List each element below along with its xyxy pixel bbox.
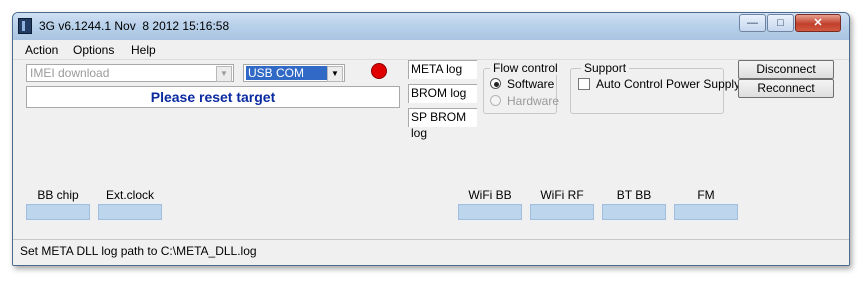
- menu-help[interactable]: Help: [131, 43, 156, 57]
- software-radio[interactable]: [490, 78, 501, 89]
- message-text: Please reset target: [150, 89, 276, 105]
- minimize-button[interactable]: —: [739, 14, 766, 32]
- fm-label: FM: [697, 188, 715, 202]
- wifi-bb-value: [458, 204, 522, 220]
- wifi-bb-label: WiFi BB: [468, 188, 512, 202]
- flow-control-title: Flow control: [490, 61, 561, 75]
- status-text: Set META DLL log path to C:\META_DLL.log: [20, 244, 257, 258]
- maximize-button[interactable]: □: [767, 14, 794, 32]
- port-select[interactable]: USB COM ▼: [243, 64, 345, 82]
- bt-bb-label: BT BB: [616, 188, 652, 202]
- app-window: 3G v6.1244.1 Nov 8 2012 15:16:58 — □ ✕ A…: [12, 12, 850, 266]
- sp-brom-log-button[interactable]: SP BROM log: [408, 108, 477, 140]
- auto-power-label: Auto Control Power Supply: [596, 77, 741, 91]
- fm-value: [674, 204, 738, 220]
- window-title: 3G v6.1244.1 Nov 8 2012 15:16:58: [39, 19, 230, 33]
- bt-bb-value: [602, 204, 666, 220]
- meta-log-button[interactable]: META log: [408, 60, 477, 79]
- port-select-value: USB COM: [246, 66, 329, 80]
- status-bar: Set META DLL log path to C:\META_DLL.log: [13, 239, 849, 265]
- app-icon: [18, 18, 32, 34]
- status-indicator-icon: [371, 63, 387, 79]
- ext-clock-value: [98, 204, 162, 220]
- message-field: Please reset target: [26, 86, 400, 108]
- reconnect-button[interactable]: Reconnect: [738, 79, 834, 98]
- title-bar[interactable]: 3G v6.1244.1 Nov 8 2012 15:16:58 — □ ✕: [13, 13, 849, 40]
- wifi-rf-value: [530, 204, 594, 220]
- bb-chip-label: BB chip: [37, 188, 79, 202]
- chevron-down-icon: ▼: [327, 66, 343, 82]
- radio-dot-icon: [494, 82, 499, 87]
- bb-chip-value: [26, 204, 90, 220]
- menu-options[interactable]: Options: [73, 43, 114, 57]
- imei-download-value: IMEI download: [30, 66, 110, 80]
- ext-clock-label: Ext.clock: [105, 188, 154, 202]
- close-button[interactable]: ✕: [795, 14, 841, 32]
- software-label: Software: [507, 77, 555, 91]
- hardware-label: Hardware: [507, 94, 560, 108]
- disconnect-button[interactable]: Disconnect: [738, 60, 834, 79]
- wifi-rf-label: WiFi RF: [540, 188, 584, 202]
- hardware-radio[interactable]: [490, 95, 501, 106]
- imei-download-select[interactable]: IMEI download ▼: [26, 64, 234, 82]
- auto-power-checkbox[interactable]: [578, 78, 590, 90]
- chevron-down-icon: ▼: [216, 66, 232, 82]
- support-title: Support: [581, 61, 630, 75]
- menu-action[interactable]: Action: [25, 43, 58, 57]
- menu-bar: Action Options Help: [13, 40, 849, 60]
- brom-log-button[interactable]: BROM log: [408, 84, 477, 103]
